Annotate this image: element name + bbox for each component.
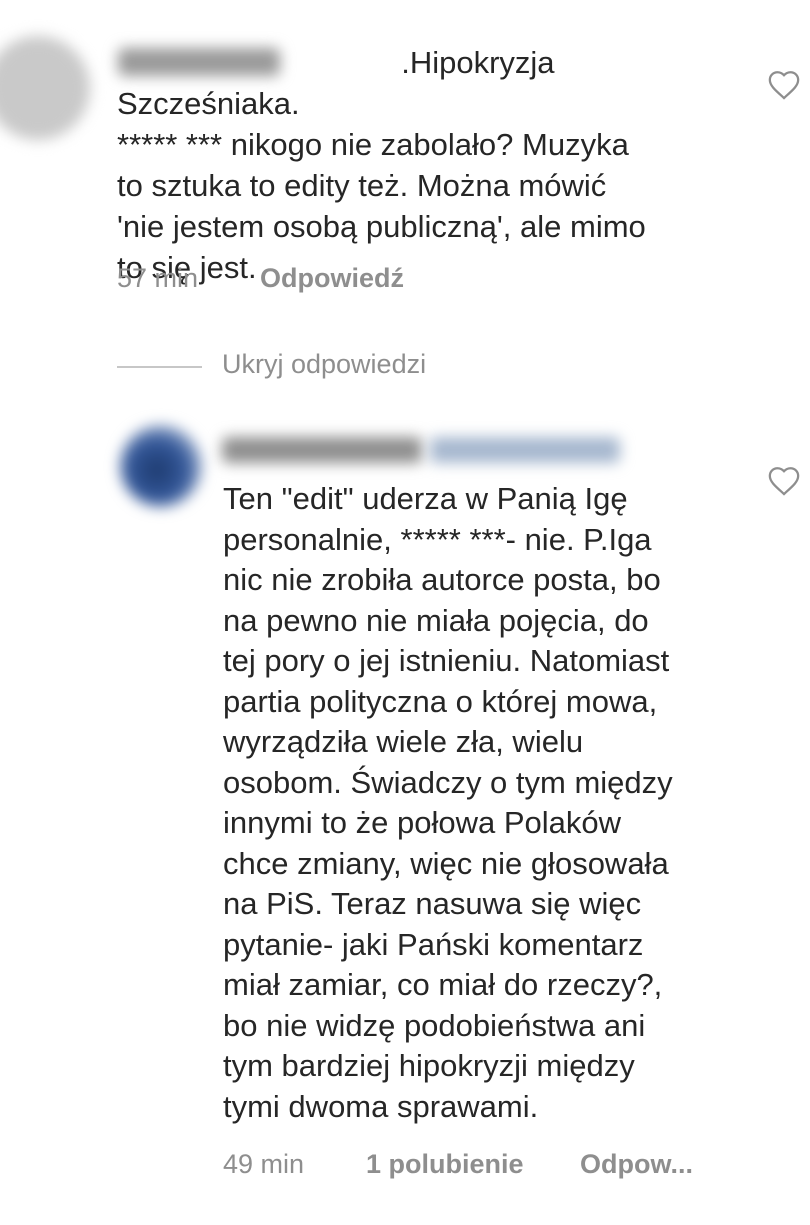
commenter-avatar[interactable] [0, 36, 90, 140]
hide-replies-button[interactable]: Ukryj odpowiedzi [222, 349, 426, 380]
reply-timestamp: 49 min [223, 1149, 305, 1179]
likes-count[interactable]: 1 polubienie [366, 1149, 524, 1180]
reply-commenter-username-redacted[interactable] [222, 437, 422, 463]
comment-timestamp: 57 min [117, 263, 199, 293]
replies-divider-line [117, 366, 202, 368]
heart-outline-icon[interactable] [766, 464, 802, 498]
reply-button[interactable]: Odpow... [580, 1149, 693, 1180]
reply-comment-text: Ten "edit" uderza w Panią Igę personalni… [223, 481, 673, 1124]
reply-mention-redacted[interactable] [430, 437, 620, 463]
reply-button[interactable]: Odpowiedź [260, 263, 404, 294]
reply-commenter-avatar[interactable] [120, 425, 202, 507]
comment-text: .Hipokryzja Szcześniaka. ***** *** nikog… [117, 45, 646, 285]
heart-outline-icon[interactable] [766, 68, 802, 102]
